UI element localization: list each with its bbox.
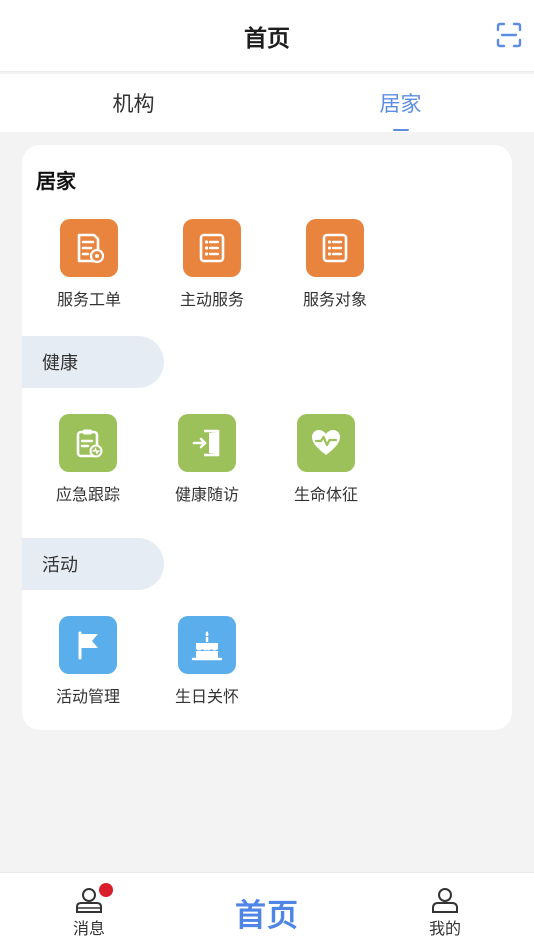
list-document-icon <box>183 219 241 277</box>
active-tab-indicator <box>392 129 409 131</box>
home-care-card: 居家 服务工单 主动服务 服务对象 健康 应急跟踪 健康随访 生命体征 活动 活… <box>22 145 512 730</box>
grid-item-emergency-tracking[interactable]: 应急跟踪 <box>38 414 138 505</box>
grid-item-label: 服务工单 <box>56 290 121 309</box>
flag-icon <box>59 616 117 674</box>
section-label: 健康 <box>42 353 78 374</box>
section-health: 健康 <box>22 336 164 388</box>
heart-pulse-icon <box>297 414 355 472</box>
section-label: 活动 <box>42 555 78 576</box>
grid-item-label: 健康随访 <box>174 485 239 504</box>
grid-item-label: 生日关怀 <box>174 687 239 706</box>
grid-item-service-target[interactable]: 服务对象 <box>285 219 385 310</box>
grid-item-active-service[interactable]: 主动服务 <box>162 219 262 310</box>
bottom-nav: 消息 首页 我的 <box>0 872 534 950</box>
grid-item-label: 生命体征 <box>293 485 358 504</box>
grid-item-activity-management[interactable]: 活动管理 <box>38 616 138 707</box>
grid-item-label: 应急跟踪 <box>55 485 120 504</box>
grid-item-service-order[interactable]: 服务工单 <box>39 219 139 310</box>
grid-item-label: 服务对象 <box>302 290 367 309</box>
page-title: 首页 <box>244 25 290 52</box>
list-document-icon <box>306 219 364 277</box>
tab-label: 居家 <box>379 92 422 116</box>
grid-item-health-followup[interactable]: 健康随访 <box>157 414 257 505</box>
card-title: 居家 <box>36 169 76 193</box>
clipboard-pulse-icon <box>59 414 117 472</box>
user-profile-icon <box>432 888 458 913</box>
tab-home-care[interactable]: 居家 <box>267 74 534 132</box>
grid-item-vital-signs[interactable]: 生命体征 <box>276 414 376 505</box>
nav-item-mine[interactable]: 我的 <box>356 873 534 950</box>
grid-item-birthday-care[interactable]: 生日关怀 <box>157 616 257 707</box>
unread-badge <box>99 883 113 897</box>
grid-item-label: 活动管理 <box>55 687 120 706</box>
section-activity: 活动 <box>22 538 164 590</box>
nav-item-home[interactable]: 首页 <box>178 873 356 950</box>
top-header: 首页 <box>0 0 534 72</box>
nav-item-messages[interactable]: 消息 <box>0 873 178 950</box>
tab-label: 机构 <box>112 92 155 116</box>
document-settings-icon <box>60 219 118 277</box>
grid-item-label: 主动服务 <box>179 290 244 309</box>
birthday-cake-icon <box>178 616 236 674</box>
tab-bar: 机构 居家 <box>0 74 534 132</box>
scan-icon[interactable] <box>496 22 522 48</box>
nav-label: 我的 <box>428 919 461 938</box>
tab-institution[interactable]: 机构 <box>0 74 267 132</box>
door-enter-icon <box>178 414 236 472</box>
nav-label: 消息 <box>72 919 105 938</box>
home-text-logo: 首页 <box>235 898 299 934</box>
